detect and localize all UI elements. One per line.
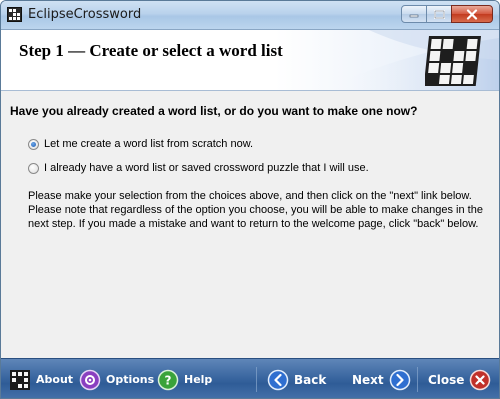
instructions-line: Please note that regardless of the optio… [28,204,483,216]
toolbar-separator [256,367,257,392]
close-button[interactable]: Close [428,359,491,398]
app-window: EclipseCrossword Step 1 — Create or sele… [0,0,500,399]
content-area: Have you already created a word list, or… [1,91,499,356]
close-window-button[interactable] [451,5,493,23]
instructions-line: next step. If you made a mistake and wan… [28,218,479,230]
help-icon: ? [157,369,179,391]
options-button[interactable]: Options [79,359,154,398]
bottom-toolbar: About Options ? Help Back Next Close [1,358,499,398]
option-create-new[interactable]: Let me create a word list from scratch n… [28,138,253,150]
close-x-icon [469,369,491,391]
question-heading: Have you already created a word list, or… [10,104,418,118]
options-label[interactable]: Options [106,373,154,386]
about-label[interactable]: About [36,373,73,386]
help-button[interactable]: ? Help [157,359,212,398]
minimize-icon [409,14,419,18]
option-create-new-label[interactable]: Let me create a word list from scratch n… [44,138,253,150]
crossword-grid-icon [9,369,31,391]
crossword-logo-icon [425,36,481,86]
next-button[interactable]: Next [352,359,411,398]
back-label[interactable]: Back [294,373,326,387]
radio-use-existing[interactable] [28,162,39,174]
back-arrow-icon [267,369,289,391]
option-use-existing[interactable]: I already have a word list or saved cros… [28,162,369,174]
step-title: Step 1 — Create or select a word list [19,41,283,60]
close-icon [466,8,478,20]
options-icon [79,369,101,391]
maximize-icon [433,9,445,19]
close-label[interactable]: Close [428,373,464,387]
svg-text:?: ? [165,373,172,387]
back-button[interactable]: Back [267,359,326,398]
help-label[interactable]: Help [184,373,212,386]
instructions-text: Please make your selection from the choi… [28,189,493,231]
next-label[interactable]: Next [352,373,384,387]
crossword-grid-icon [7,7,22,22]
caption-buttons [401,5,493,24]
header-banner: Step 1 — Create or select a word list [1,30,499,91]
option-use-existing-label[interactable]: I already have a word list or saved cros… [44,162,369,174]
radio-create-new[interactable] [28,138,39,150]
title-bar[interactable]: EclipseCrossword [1,1,499,30]
next-arrow-icon [389,369,411,391]
instructions-line: Please make your selection from the choi… [28,190,472,202]
toolbar-separator [417,367,418,392]
minimize-button[interactable] [401,5,427,23]
window-title: EclipseCrossword [28,7,142,22]
maximize-button[interactable] [426,5,452,23]
about-button[interactable]: About [9,359,73,398]
